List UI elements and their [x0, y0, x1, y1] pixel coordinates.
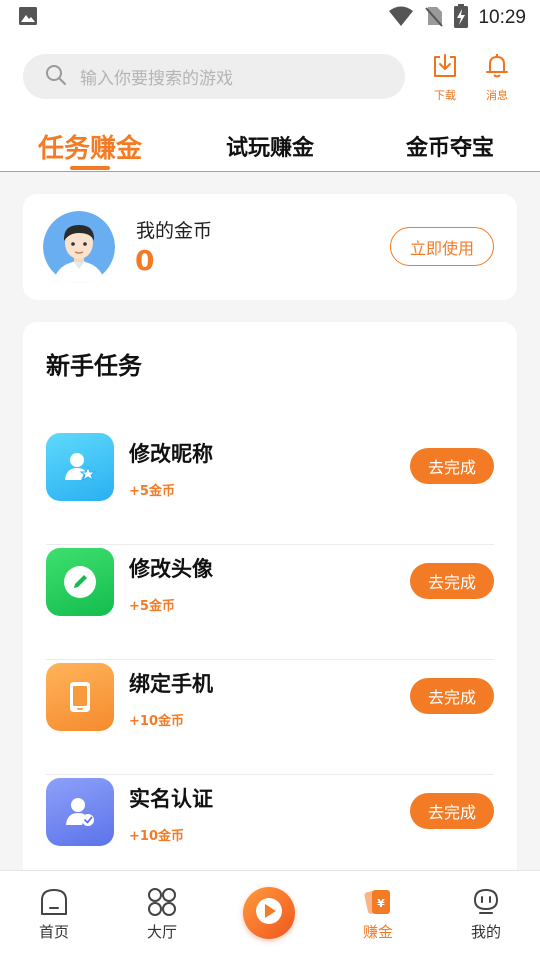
search-bar[interactable]: 输入你要搜索的游戏: [23, 54, 405, 99]
nav-mine[interactable]: 我的: [446, 871, 526, 960]
search-icon: [45, 64, 67, 90]
nav-hall-label: 大厅: [146, 923, 177, 941]
avatar[interactable]: [43, 211, 115, 283]
task-reward: +10金币: [129, 714, 184, 729]
newbie-tasks-title: 新手任务: [46, 352, 142, 380]
nav-home-label: 首页: [38, 923, 69, 941]
task-name: 修改头像: [129, 557, 213, 581]
user-star-icon: [46, 433, 114, 501]
nav-earn[interactable]: ¥ 赚金: [338, 871, 418, 960]
task-row: 修改头像 +5金币 去完成: [46, 545, 494, 660]
task-name: 实名认证: [129, 787, 213, 811]
task-row: 绑定手机 +10金币 去完成: [46, 660, 494, 775]
bottom-nav: 首页 大厅 ¥ 赚金 我的: [0, 870, 540, 960]
tab-indicator: [70, 166, 110, 170]
tab-task-earn[interactable]: 任务赚金: [20, 120, 160, 172]
complete-task-button[interactable]: 去完成: [410, 678, 494, 714]
task-name: 绑定手机: [129, 672, 213, 696]
image-icon: [18, 6, 38, 30]
tab-bar: 任务赚金 试玩赚金 金币夺宝: [0, 120, 540, 172]
edit-pencil-icon: [46, 548, 114, 616]
my-coins-value: 0: [135, 244, 155, 277]
complete-task-button[interactable]: 去完成: [410, 448, 494, 484]
task-row: 修改昵称 +5金币 去完成: [46, 430, 494, 545]
my-coins-card: 我的金币 0 立即使用: [23, 194, 517, 300]
no-sim-icon: [424, 5, 444, 31]
complete-task-button[interactable]: 去完成: [410, 563, 494, 599]
task-reward: +10金币: [129, 829, 184, 844]
home-icon: [39, 887, 69, 917]
nav-home[interactable]: 首页: [14, 871, 94, 960]
battery-charging-icon: [454, 4, 469, 32]
task-name: 修改昵称: [129, 442, 213, 466]
nav-hall[interactable]: 大厅: [122, 871, 202, 960]
search-placeholder: 输入你要搜索的游戏: [80, 69, 233, 89]
earn-coin-icon: ¥: [363, 887, 393, 917]
my-coins-label: 我的金币: [136, 220, 213, 242]
download-button[interactable]: 下载: [425, 52, 465, 102]
robot-face-icon: [471, 887, 501, 917]
task-reward: +5金币: [129, 484, 175, 499]
newbie-tasks-card: 新手任务 修改昵称 +5金币 去完成 修改头像 +5金币 去完成 绑定手机 +1…: [23, 322, 517, 882]
nav-mine-label: 我的: [470, 923, 501, 941]
tab-coin-treasure[interactable]: 金币夺宝: [380, 120, 520, 172]
bell-icon: [483, 52, 511, 84]
header: 输入你要搜索的游戏 下载 消息 任务赚金 试玩赚金 金币夺宝: [0, 36, 540, 172]
download-label: 下载: [434, 89, 456, 102]
messages-button[interactable]: 消息: [477, 52, 517, 102]
phone-icon: [46, 663, 114, 731]
tab-trial-earn[interactable]: 试玩赚金: [200, 120, 340, 172]
messages-label: 消息: [486, 89, 508, 102]
download-icon: [431, 52, 459, 84]
complete-task-button[interactable]: 去完成: [410, 793, 494, 829]
use-now-button[interactable]: 立即使用: [390, 227, 494, 266]
task-reward: +5金币: [129, 599, 175, 614]
svg-text:¥: ¥: [377, 897, 385, 910]
wifi-icon: [388, 5, 414, 31]
status-time: 10:29: [478, 7, 526, 28]
play-button[interactable]: [243, 887, 295, 939]
play-icon: [254, 896, 284, 930]
user-verified-icon: [46, 778, 114, 846]
nav-earn-label: 赚金: [362, 923, 393, 941]
status-bar: 10:29: [0, 0, 540, 36]
grid-circles-icon: [147, 887, 177, 917]
